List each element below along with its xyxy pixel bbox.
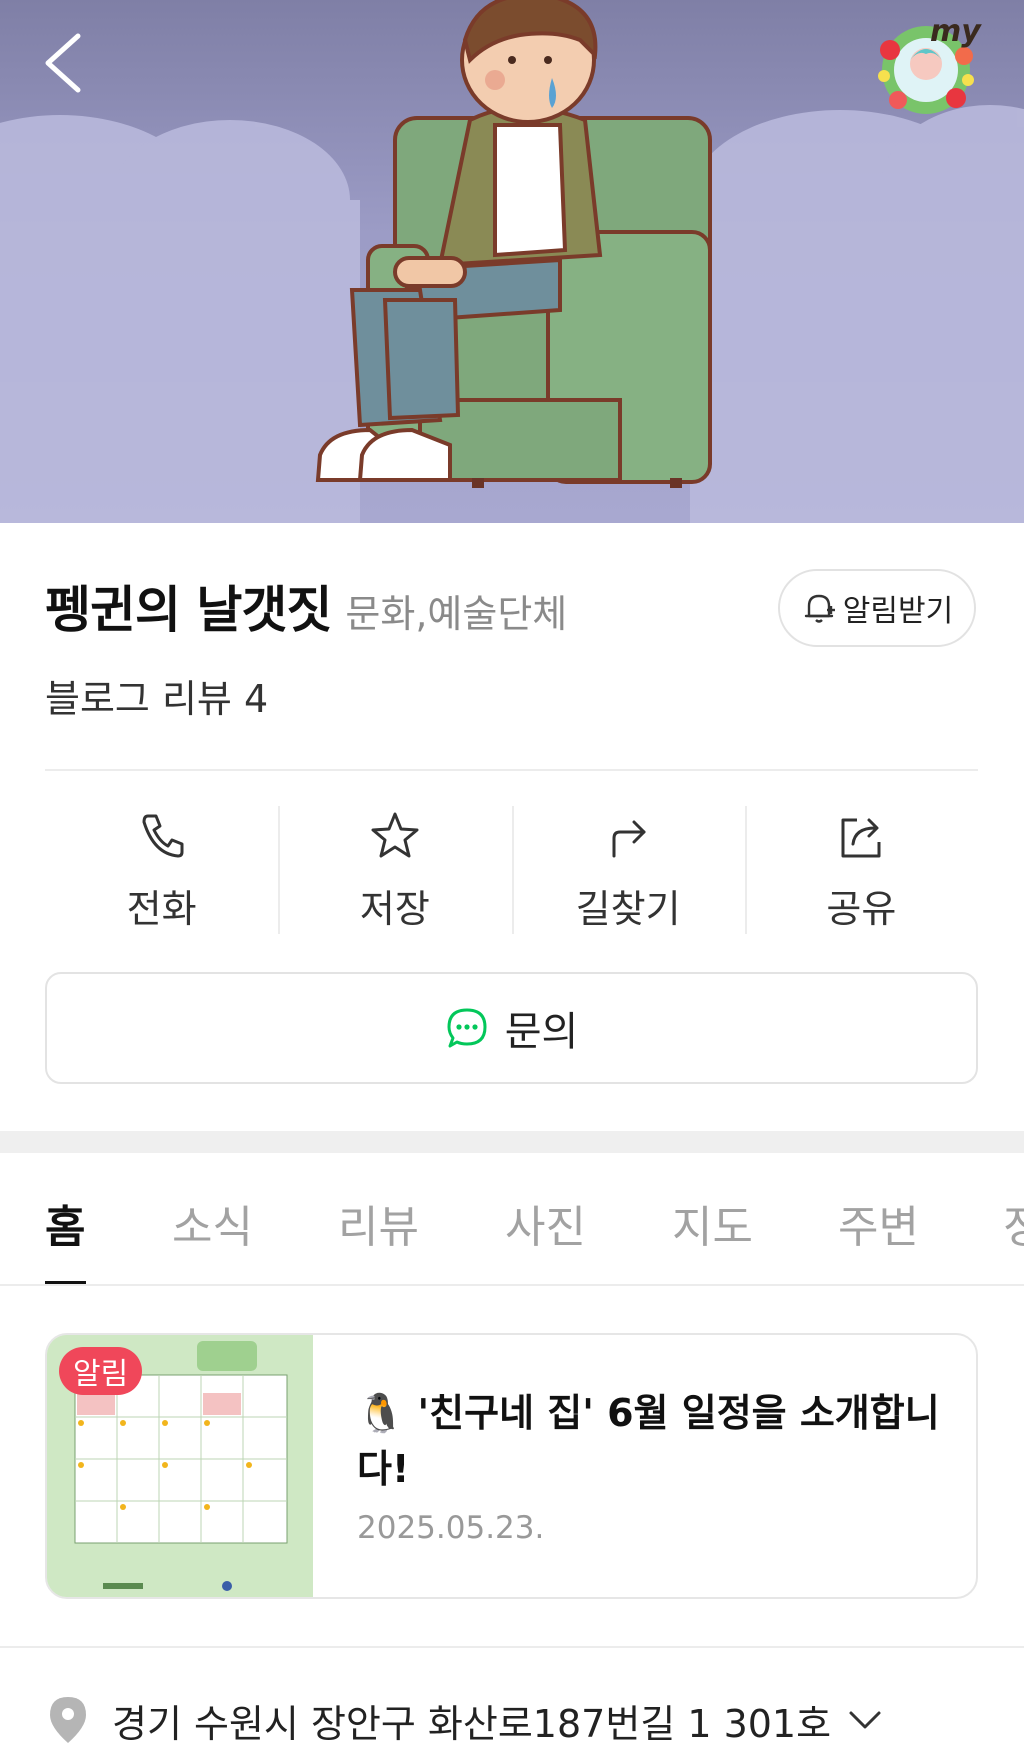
chevron-down-icon[interactable] — [845, 1705, 885, 1735]
back-button[interactable] — [38, 30, 98, 96]
inquiry-button[interactable]: 문의 — [45, 972, 978, 1084]
share-icon — [841, 818, 881, 858]
tab-map[interactable]: 지도 — [672, 1191, 753, 1255]
location-pin-icon — [50, 1697, 86, 1743]
call-button[interactable]: 전화 — [45, 790, 278, 940]
divider — [0, 1646, 1024, 1648]
star-icon — [371, 812, 419, 858]
tab-info[interactable]: 정 — [1003, 1191, 1024, 1255]
chat-bubble-icon — [447, 1008, 487, 1048]
address-row[interactable]: 경기 수원시 장안구 화산로187번길 1 301호 — [48, 1690, 885, 1750]
share-button[interactable]: 공유 — [744, 790, 978, 940]
chevron-left-icon — [45, 33, 81, 93]
news-card[interactable]: 알림 🐧 '친구네 집' 6월 일정을 소개합니다! 2025.05.23. — [45, 1333, 978, 1599]
cover-image: my — [0, 0, 1024, 523]
inquiry-label: 문의 — [504, 1009, 579, 1055]
my-profile-badge[interactable]: my — [868, 10, 988, 120]
save-button[interactable]: 저장 — [278, 790, 511, 940]
place-name: 펭귄의 날갯짓 — [45, 581, 332, 639]
tab-photos[interactable]: 사진 — [505, 1191, 586, 1255]
bell-plus-icon — [804, 594, 835, 623]
news-title: 🐧 '친구네 집' 6월 일정을 소개합니다! — [357, 1391, 940, 1491]
section-separator — [0, 1131, 1024, 1153]
news-thumbnail: 알림 — [47, 1335, 313, 1597]
action-bar: 전화 저장 길찾기 공유 — [45, 790, 978, 940]
place-category: 문화,예술단체 — [345, 592, 568, 636]
save-label: 저장 — [359, 887, 430, 931]
tab-nearby[interactable]: 주변 — [838, 1191, 919, 1255]
notice-badge: 알림 — [59, 1347, 143, 1395]
divider — [0, 1284, 1024, 1286]
tab-news[interactable]: 소식 — [172, 1191, 253, 1255]
tab-bar: 홈 소식 리뷰 사진 지도 주변 정 — [0, 1153, 1024, 1286]
blog-review-link[interactable]: 블로그 리뷰 4 — [45, 668, 268, 723]
directions-icon — [612, 820, 646, 858]
tab-reviews[interactable]: 리뷰 — [338, 1191, 419, 1255]
tab-home[interactable]: 홈 — [45, 1191, 85, 1255]
address-text: 경기 수원시 장안구 화산로187번길 1 301호 — [112, 1701, 832, 1746]
call-label: 전화 — [126, 887, 197, 931]
directions-button[interactable]: 길찾기 — [511, 790, 745, 940]
directions-label: 길찾기 — [575, 887, 681, 931]
notify-label: 알림받기 — [842, 594, 954, 629]
notify-button[interactable]: 알림받기 — [778, 569, 976, 647]
phone-icon — [142, 814, 184, 858]
share-label: 공유 — [826, 887, 897, 931]
my-badge-label: my — [930, 14, 981, 49]
divider — [45, 769, 978, 771]
news-date: 2025.05.23. — [357, 1510, 545, 1546]
